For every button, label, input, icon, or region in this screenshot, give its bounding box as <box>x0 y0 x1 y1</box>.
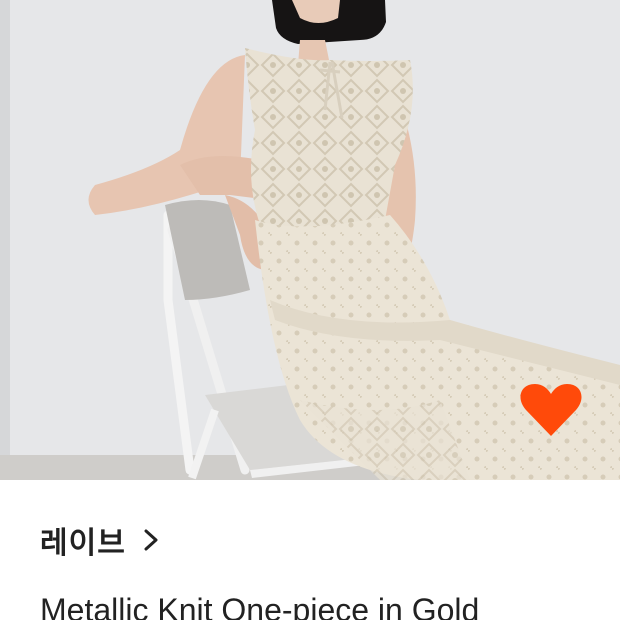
brand-name: 레이브 <box>40 526 126 561</box>
brand-link[interactable]: 레이브 <box>40 520 162 561</box>
product-card: 레이브 Metallic Knit One-piece in Gold <box>0 0 620 620</box>
chevron-right-icon <box>144 529 158 551</box>
wishlist-button[interactable] <box>518 380 584 440</box>
product-info: 레이브 Metallic Knit One-piece in Gold <box>0 480 620 620</box>
product-photo[interactable] <box>0 0 620 480</box>
heart-icon <box>520 384 582 436</box>
product-name: Metallic Knit One-piece in Gold <box>40 592 480 620</box>
